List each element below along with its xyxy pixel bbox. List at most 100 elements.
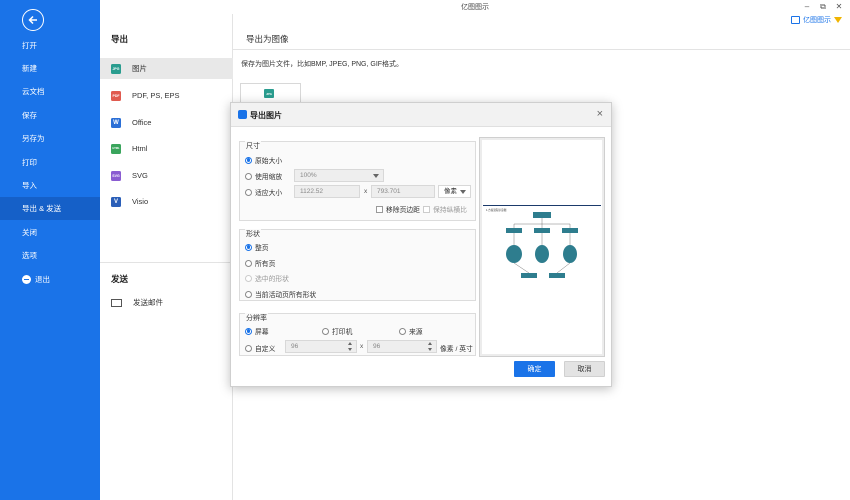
export-menu: 导出 JPG 图片 PDF PDF, PS, EPS W Office HTML… bbox=[100, 14, 233, 500]
width-input[interactable]: 1122.52 bbox=[294, 185, 360, 198]
nav-cloud[interactable]: 云文档 bbox=[0, 80, 100, 103]
resolution-x-input[interactable]: 96 bbox=[285, 340, 357, 353]
nav-import[interactable]: 导入 bbox=[0, 174, 100, 197]
source-option[interactable]: 来源 bbox=[399, 326, 423, 336]
radio-icon bbox=[245, 274, 252, 282]
format-visio[interactable]: V Visio bbox=[100, 191, 233, 212]
width-value: 1122.52 bbox=[300, 188, 324, 195]
resolution-y-input[interactable]: 96 bbox=[367, 340, 437, 353]
minimize-button[interactable]: – bbox=[800, 1, 814, 12]
send-mail-item[interactable]: 发送邮件 bbox=[100, 292, 233, 313]
nav-save[interactable]: 保存 bbox=[0, 104, 100, 127]
cancel-button[interactable]: 取消 bbox=[564, 361, 605, 377]
unit-select[interactable]: 像素 bbox=[438, 185, 471, 198]
main-header: 导出为图像 bbox=[233, 14, 850, 50]
nav-label: 导入 bbox=[22, 181, 37, 190]
option-label: 原始大小 bbox=[255, 158, 283, 165]
zoom-value: 100% bbox=[300, 172, 317, 179]
size-group-label: 尺寸 bbox=[245, 141, 261, 151]
option-label: 打印机 bbox=[332, 329, 353, 336]
jpg-icon: JPG bbox=[264, 89, 274, 98]
jpg-icon: JPG bbox=[111, 63, 121, 74]
option-label: 自定义 bbox=[255, 346, 276, 353]
ok-button[interactable]: 确定 bbox=[514, 361, 555, 377]
format-office[interactable]: W Office bbox=[100, 112, 233, 133]
menu-divider bbox=[100, 262, 233, 263]
resolution-group-label: 分辨率 bbox=[245, 313, 268, 323]
original-size-option[interactable]: 原始大小 bbox=[245, 155, 282, 165]
custom-option[interactable]: 自定义 bbox=[245, 343, 275, 353]
unit-value: 像素 bbox=[444, 188, 457, 195]
format-label: Visio bbox=[132, 197, 149, 206]
nav-label: 另存为 bbox=[22, 134, 45, 143]
nav-label: 选项 bbox=[22, 251, 37, 260]
option-label: 来源 bbox=[409, 329, 423, 336]
preview-page: 1.方案流程示意图 bbox=[482, 140, 602, 354]
nav-label: 打印 bbox=[22, 158, 37, 167]
screen-option[interactable]: 屏幕 bbox=[245, 326, 269, 336]
preview-pane: 1.方案流程示意图 bbox=[479, 137, 605, 357]
format-pdf[interactable]: PDF PDF, PS, EPS bbox=[100, 85, 233, 106]
use-zoom-option[interactable]: 使用缩放 bbox=[245, 171, 282, 181]
radio-icon bbox=[245, 344, 252, 352]
dialog-title: 导出图片 bbox=[250, 111, 282, 120]
radio-icon bbox=[245, 259, 252, 267]
shape-group-label: 形状 bbox=[245, 229, 261, 239]
active-page-shapes-option[interactable]: 当前活动页所有形状 bbox=[245, 289, 316, 299]
radio-icon bbox=[399, 327, 406, 335]
whole-page-option[interactable]: 整页 bbox=[245, 242, 269, 252]
nav-exit[interactable]: 退出 bbox=[0, 268, 100, 291]
option-label: 当前活动页所有形状 bbox=[255, 292, 317, 299]
radio-icon bbox=[245, 327, 252, 335]
resolution-x-value: 96 bbox=[291, 343, 299, 350]
all-pages-option[interactable]: 所有页 bbox=[245, 258, 275, 268]
format-image[interactable]: JPG 图片 bbox=[100, 58, 233, 79]
nav-label: 关闭 bbox=[22, 228, 37, 237]
main-description: 保存为图片文件，比如BMP, JPEG, PNG, GIF格式。 bbox=[241, 61, 404, 68]
radio-icon bbox=[245, 243, 252, 251]
format-svg[interactable]: SVG SVG bbox=[100, 165, 233, 186]
title-bar: 亿图图示 – ⧉ ✕ bbox=[100, 0, 850, 14]
fit-size-option[interactable]: 适应大小 bbox=[245, 187, 282, 197]
restore-button[interactable]: ⧉ bbox=[816, 1, 830, 12]
pdf-icon: PDF bbox=[111, 90, 121, 101]
radio-icon bbox=[245, 172, 252, 180]
selected-shapes-option[interactable]: 选中的形状 bbox=[245, 273, 289, 283]
radio-icon bbox=[322, 327, 329, 335]
format-label: Html bbox=[132, 144, 148, 153]
nav-label: 退出 bbox=[35, 275, 50, 284]
nav-label: 云文档 bbox=[22, 87, 45, 96]
close-icon[interactable]: × bbox=[597, 108, 603, 120]
mail-icon bbox=[111, 298, 122, 307]
dialog-header: 导出图片 × bbox=[231, 103, 611, 127]
nav-close[interactable]: 关闭 bbox=[0, 221, 100, 244]
back-arrow-icon bbox=[28, 15, 37, 25]
remove-margin-checkbox[interactable]: 移除页边距 bbox=[376, 204, 420, 214]
format-label: Office bbox=[132, 118, 152, 127]
visio-icon: V bbox=[111, 196, 121, 207]
printer-option[interactable]: 打印机 bbox=[322, 326, 352, 336]
keep-ratio-checkbox[interactable]: 保持纵横比 bbox=[423, 204, 467, 214]
close-window-button[interactable]: ✕ bbox=[832, 1, 846, 12]
nav-print[interactable]: 打印 bbox=[0, 151, 100, 174]
radio-icon bbox=[245, 188, 252, 196]
main-title: 导出为图像 bbox=[246, 34, 289, 44]
nav-open[interactable]: 打开 bbox=[0, 34, 100, 57]
option-label: 所有页 bbox=[255, 261, 276, 268]
back-button[interactable] bbox=[22, 9, 44, 31]
zoom-select[interactable]: 100% bbox=[294, 169, 384, 182]
nav-options[interactable]: 选项 bbox=[0, 244, 100, 267]
nav-label: 导出 & 发送 bbox=[22, 204, 62, 213]
nav-export-send[interactable]: 导出 & 发送 bbox=[0, 197, 100, 220]
nav-label: 保存 bbox=[22, 111, 37, 120]
height-value: 793.701 bbox=[377, 188, 401, 195]
app-logo-icon bbox=[238, 110, 247, 119]
nav-save-as[interactable]: 另存为 bbox=[0, 127, 100, 150]
option-label: 保持纵横比 bbox=[433, 207, 467, 214]
word-icon: W bbox=[111, 117, 121, 128]
nav-label: 打开 bbox=[22, 41, 37, 50]
format-html[interactable]: HTML Html bbox=[100, 138, 233, 159]
nav-new[interactable]: 新建 bbox=[0, 57, 100, 80]
height-input[interactable]: 793.701 bbox=[371, 185, 435, 198]
spinner-icon bbox=[348, 342, 353, 351]
